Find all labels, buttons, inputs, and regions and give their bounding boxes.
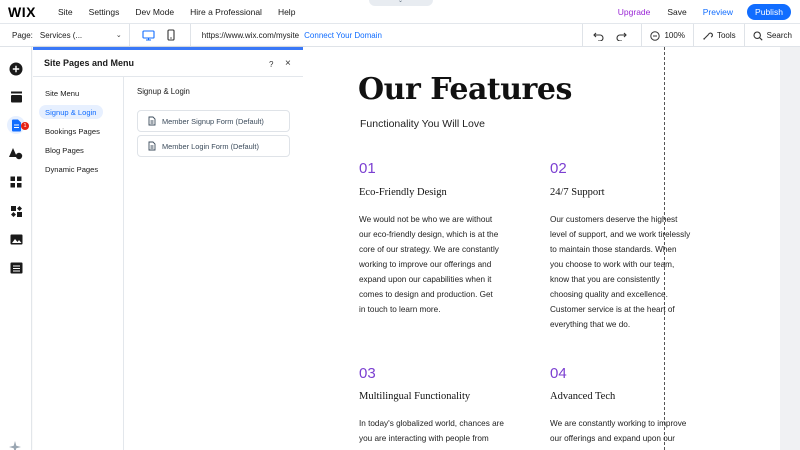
redo-icon xyxy=(617,32,628,41)
ai-sparkle-icon[interactable] xyxy=(5,440,25,450)
menu-site[interactable]: Site xyxy=(58,7,73,17)
feature-body-line: We are constantly working to improve xyxy=(550,419,687,428)
search-icon xyxy=(753,30,763,41)
chevron-down-icon: ⌄ xyxy=(398,0,404,4)
tools-label: Tools xyxy=(716,31,736,40)
nav-item-dynamic-pages[interactable]: Dynamic Pages xyxy=(39,162,104,176)
undo-icon xyxy=(593,32,604,41)
feature-number[interactable]: 01 xyxy=(359,160,376,177)
design-icon[interactable] xyxy=(7,144,25,162)
panel-title: Site Pages and Menu xyxy=(44,58,135,68)
feature-title[interactable]: Advanced Tech xyxy=(550,391,615,402)
menu-help[interactable]: Help xyxy=(278,7,295,17)
feature-number[interactable]: 02 xyxy=(550,160,567,177)
feature-body-line: Customer service is at the heart of xyxy=(550,305,675,314)
panel-nav: Site Menu Signup & Login Bookings Pages … xyxy=(33,77,124,450)
connect-domain-link[interactable]: Connect Your Domain xyxy=(304,31,382,40)
feature-body[interactable]: In today's globalized world, chances are… xyxy=(359,416,519,446)
feature-number[interactable]: 03 xyxy=(359,365,376,382)
page-heading[interactable]: Our Features xyxy=(358,72,572,107)
search-label: Search xyxy=(766,31,792,40)
feature-body-line: expand upon our capabilities when it xyxy=(359,275,492,284)
feature-body-line: level of support, and we work tirelessly xyxy=(550,230,691,239)
page-subheading[interactable]: Functionality You Will Love xyxy=(360,118,485,130)
member-login-form-item[interactable]: Member Login Form (Default) xyxy=(137,135,290,157)
page-icon xyxy=(148,116,156,126)
redo-button[interactable] xyxy=(612,24,641,47)
feature-body-line: know that you are consistently xyxy=(550,275,660,284)
feature-body-line: in touch to learn more. xyxy=(359,305,441,314)
close-icon[interactable]: × xyxy=(285,58,291,69)
site-url: https://www.wix.com/mysite xyxy=(201,30,300,40)
save-button[interactable]: Save xyxy=(667,7,686,17)
zoom-out-icon xyxy=(650,30,661,41)
nav-item-blog-pages[interactable]: Blog Pages xyxy=(39,143,90,157)
feature-body[interactable]: We would not be who we are without our ec… xyxy=(359,212,519,317)
feature-title[interactable]: Eco-Friendly Design xyxy=(359,187,447,198)
divider xyxy=(189,23,191,47)
nav-item-site-menu[interactable]: Site Menu xyxy=(39,86,85,100)
feature-body-line: choosing quality and excellence. xyxy=(550,290,668,299)
mobile-view-icon[interactable] xyxy=(160,24,182,46)
business-icon[interactable] xyxy=(7,202,25,220)
undo-button[interactable] xyxy=(582,24,612,47)
notification-badge: 1 xyxy=(21,122,29,130)
apps-icon[interactable] xyxy=(7,173,25,191)
feature-number[interactable]: 04 xyxy=(550,365,567,382)
section-title: Signup & Login xyxy=(137,87,190,96)
feature-body-line: In today's globalized world, chances are xyxy=(359,419,504,428)
left-icon-rail xyxy=(0,47,32,450)
tools-icon xyxy=(703,32,713,40)
feature-body-line: our eco-friendly design, which is at the xyxy=(359,230,499,239)
feature-body-line: our offerings and expand upon our xyxy=(550,434,676,443)
feature-body[interactable]: Our customers deserve the highest level o… xyxy=(550,212,710,332)
zoom-button[interactable]: 100% xyxy=(641,24,692,47)
member-signup-form-item[interactable]: Member Signup Form (Default) xyxy=(137,110,290,132)
panel-header: Site Pages and Menu xyxy=(33,50,303,77)
panel-content: Signup & Login Member Signup Form (Defau… xyxy=(125,77,303,450)
menu-dev-mode[interactable]: Dev Mode xyxy=(135,7,174,17)
feature-body-line: to maintain those standards. When xyxy=(550,245,677,254)
feature-title[interactable]: 24/7 Support xyxy=(550,187,605,198)
help-icon[interactable]: ? xyxy=(269,60,273,69)
feature-body-line: comes to design and production. Get xyxy=(359,290,493,299)
feature-body-line: you choose to work with our team, xyxy=(550,260,675,269)
menu-hire-professional[interactable]: Hire a Professional xyxy=(190,7,262,17)
add-icon[interactable] xyxy=(7,60,25,78)
feature-body-line: you are interacting with people from xyxy=(359,434,489,443)
feature-body-line: everything that we do. xyxy=(550,320,631,329)
zoom-level: 100% xyxy=(664,31,685,40)
feature-body-line: We would not be who we are without xyxy=(359,215,493,224)
divider xyxy=(128,23,130,47)
wix-logo[interactable]: WIX xyxy=(8,4,48,20)
chevron-down-icon[interactable]: ⌄ xyxy=(116,31,122,39)
desktop-view-icon[interactable] xyxy=(138,24,160,46)
form-item-label: Member Signup Form (Default) xyxy=(162,116,264,126)
cms-icon[interactable] xyxy=(7,259,25,277)
page-icon xyxy=(148,141,156,151)
menu-settings[interactable]: Settings xyxy=(89,7,120,17)
editor-toolbar: Page: Services (... ⌄ https://www.wix.co… xyxy=(0,23,800,47)
search-button[interactable]: Search xyxy=(743,24,800,47)
upgrade-link[interactable]: Upgrade xyxy=(618,7,651,17)
feature-body-line: working to improve our offerings and xyxy=(359,260,492,269)
page-selector[interactable]: Services (... xyxy=(40,31,110,40)
site-pages-panel: Site Pages and Menu ? × Site Menu Signup… xyxy=(33,47,303,450)
tools-button[interactable]: Tools xyxy=(692,24,744,47)
toolbar-toggle-tab[interactable]: ⌄ xyxy=(369,0,433,6)
media-icon[interactable] xyxy=(7,230,25,248)
page-label: Page: xyxy=(12,30,33,40)
feature-body-line: Our customers deserve the highest xyxy=(550,215,678,224)
preview-button[interactable]: Preview xyxy=(703,7,733,17)
nav-item-bookings-pages[interactable]: Bookings Pages xyxy=(39,124,106,138)
publish-button[interactable]: Publish xyxy=(747,4,791,20)
feature-title[interactable]: Multilingual Functionality xyxy=(359,391,470,402)
feature-body-line: core of our strategy. We are constantly xyxy=(359,245,499,254)
nav-item-signup-login[interactable]: Signup & Login xyxy=(39,105,103,119)
feature-body[interactable]: We are constantly working to improve our … xyxy=(550,416,710,446)
form-item-label: Member Login Form (Default) xyxy=(162,141,259,151)
sections-icon[interactable] xyxy=(7,88,25,106)
